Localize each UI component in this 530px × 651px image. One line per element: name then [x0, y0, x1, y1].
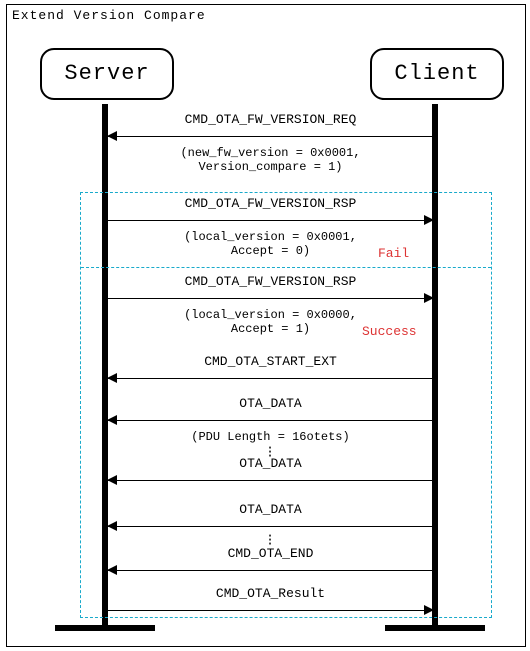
arrow-left-icon	[108, 414, 433, 428]
msg-label: CMD_OTA_END	[108, 546, 433, 562]
arrow-left-icon	[108, 564, 433, 578]
msg-label: CMD_OTA_FW_VERSION_RSP	[108, 274, 433, 290]
vdots-icon: ···	[264, 534, 276, 546]
msg-label: OTA_DATA	[108, 456, 433, 472]
lifeline-server-foot	[55, 625, 155, 631]
sequence-diagram: Extend Version Compare Server Client CMD…	[0, 0, 530, 651]
msg-ota-data-2: OTA_DATA	[108, 456, 433, 488]
msg-label: CMD_OTA_FW_VERSION_RSP	[108, 196, 433, 212]
arrow-left-icon	[108, 372, 433, 386]
alt-separator	[81, 267, 491, 268]
msg-ota-result: CMD_OTA_Result	[108, 586, 433, 618]
annotation-fail: Fail	[378, 246, 409, 261]
arrow-left-icon	[108, 130, 433, 144]
arrow-right-icon	[108, 292, 433, 306]
msg-start-ext: CMD_OTA_START_EXT	[108, 354, 433, 386]
actor-client: Client	[370, 48, 504, 100]
diagram-title: Extend Version Compare	[12, 8, 206, 23]
msg-ota-data-1: OTA_DATA (PDU Length = 16otets)	[108, 396, 433, 444]
msg-label: CMD_OTA_Result	[108, 586, 433, 602]
msg-fw-version-req: CMD_OTA_FW_VERSION_REQ (new_fw_version =…	[108, 112, 433, 174]
arrow-left-icon	[108, 474, 433, 488]
actor-client-label: Client	[394, 61, 479, 86]
lifeline-client-foot	[385, 625, 485, 631]
msg-sub: (new_fw_version = 0x0001, Version_compar…	[108, 146, 433, 174]
msg-label: OTA_DATA	[108, 396, 433, 412]
msg-label: CMD_OTA_FW_VERSION_REQ	[108, 112, 433, 128]
msg-ota-end: CMD_OTA_END	[108, 546, 433, 578]
arrow-right-icon	[108, 214, 433, 228]
actor-server-label: Server	[64, 61, 149, 86]
annotation-success: Success	[362, 324, 417, 339]
actor-server: Server	[40, 48, 174, 100]
msg-label: CMD_OTA_START_EXT	[108, 354, 433, 370]
arrow-right-icon	[108, 604, 433, 618]
msg-label: OTA_DATA	[108, 502, 433, 518]
